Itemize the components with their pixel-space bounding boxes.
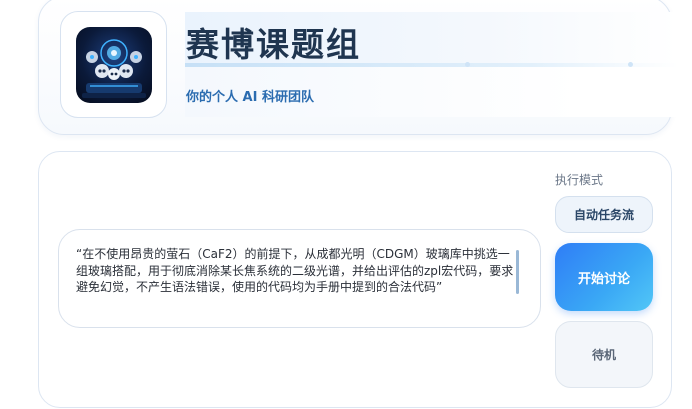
prompt-scrollbar[interactable]	[516, 250, 519, 294]
logo-frame	[60, 11, 167, 118]
auto-task-flow-button[interactable]: 自动任务流	[555, 196, 653, 233]
robot-team-logo-icon	[75, 26, 152, 103]
start-discussion-button[interactable]: 开始讨论	[555, 243, 653, 311]
app-subtitle: 你的个人 AI 科研团队	[186, 90, 314, 105]
standby-label: 待机	[591, 348, 616, 362]
standby-button[interactable]: 待机	[555, 321, 653, 388]
execution-mode-label: 执行模式	[555, 173, 604, 187]
prompt-text[interactable]: “在不使用昂贵的萤石（CaF2）的前提下，从成都光明（CDGM）玻璃库中挑选一组…	[76, 246, 516, 296]
app-title: 赛博课题组	[186, 25, 361, 64]
start-discussion-label: 开始讨论	[577, 271, 630, 287]
auto-task-flow-label: 自动任务流	[573, 208, 634, 222]
